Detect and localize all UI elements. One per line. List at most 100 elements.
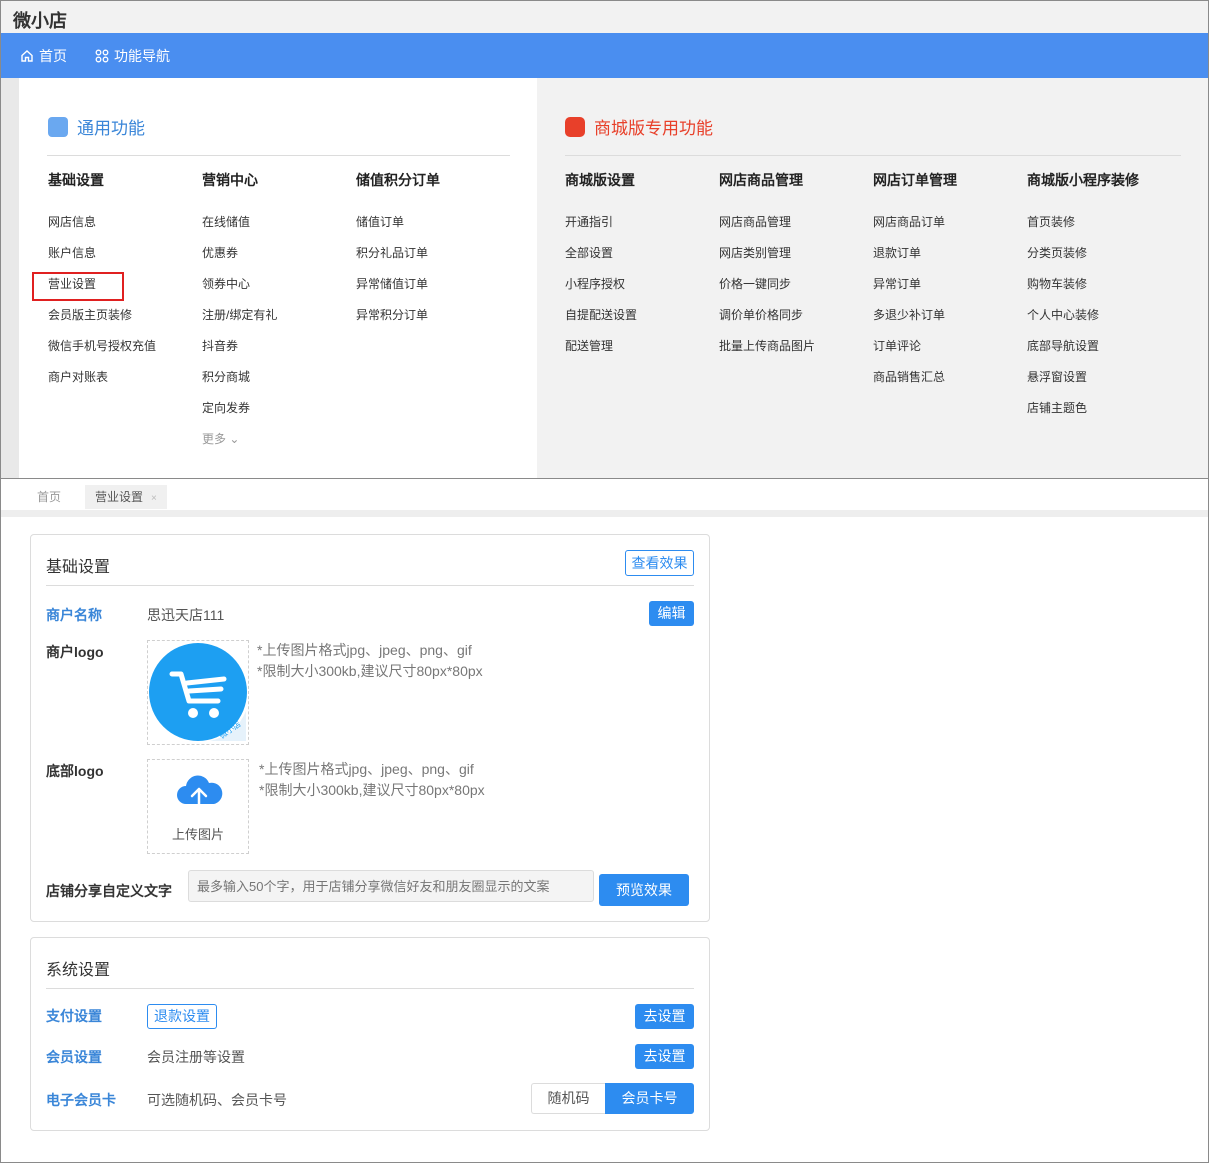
menu-item[interactable]: 商品销售汇总	[873, 369, 957, 400]
column-head: 网店订单管理	[873, 172, 957, 188]
menu-item[interactable]: 小程序授权	[565, 276, 637, 307]
menu-item[interactable]: 商户对账表	[48, 369, 156, 400]
bottom-logo-label: 底部logo	[46, 763, 104, 779]
logo-hint: *上传图片格式jpg、jpeg、png、gif *限制大小300kb,建议尺寸8…	[257, 640, 483, 682]
page-tab-bar: 首页 营业设置 ×	[1, 480, 1208, 510]
menu-item[interactable]: 全部设置	[565, 245, 637, 276]
menu-item[interactable]: 领券中心	[202, 276, 277, 307]
menu-item[interactable]: 异常储值订单	[356, 276, 440, 307]
member-number-option[interactable]: 会员卡号	[605, 1083, 694, 1114]
mall-column: 网店商品管理 网店商品管理 网店类别管理 价格一键同步 调价单价格同步 批量上传…	[719, 170, 815, 369]
menu-item[interactable]: 批量上传商品图片	[719, 338, 815, 369]
home-icon	[21, 49, 33, 62]
divider	[46, 585, 694, 586]
menu-item[interactable]: 首页装修	[1027, 214, 1139, 245]
menu-item[interactable]: 微信手机号授权充值	[48, 338, 156, 369]
general-column: 储值积分订单 储值订单 积分礼品订单 异常储值订单 异常积分订单	[356, 170, 440, 338]
menu-item[interactable]: 积分礼品订单	[356, 245, 440, 276]
highlight-box	[32, 272, 124, 301]
merchant-name-value: 思迅天店111	[147, 607, 225, 623]
mall-column: 网店订单管理 网店商品订单 退款订单 异常订单 多退少补订单 订单评论 商品销售…	[873, 170, 957, 400]
page-background-left	[1, 78, 19, 478]
tab-business-settings[interactable]: 营业设置 ×	[85, 485, 167, 509]
menu-item[interactable]: 订单评论	[873, 338, 957, 369]
menu-item[interactable]: 底部导航设置	[1027, 338, 1139, 369]
menu-item[interactable]: 店铺主题色	[1027, 400, 1139, 431]
system-settings-card: 系统设置 支付设置 退款设置 去设置 会员设置 会员注册等设置 去设置 电子会员…	[30, 937, 710, 1131]
mall-column: 商城版设置 开通指引 全部设置 小程序授权 自提配送设置 配送管理	[565, 170, 637, 369]
e-member-card-label: 电子会员卡	[46, 1092, 116, 1108]
gift-bag-icon	[565, 116, 585, 137]
menu-item[interactable]: 配送管理	[565, 338, 637, 369]
view-effect-button[interactable]: 查看效果	[625, 550, 694, 576]
menu-item[interactable]: 优惠券	[202, 245, 277, 276]
tab-label: 营业设置	[95, 490, 144, 504]
bottom-logo-upload[interactable]: 上传图片	[147, 759, 249, 854]
menu-item[interactable]: 积分商城	[202, 369, 277, 400]
merchant-logo-upload[interactable]: 微小店	[147, 640, 249, 745]
menu-item[interactable]: 悬浮窗设置	[1027, 369, 1139, 400]
hint-size: *限制大小300kb,建议尺寸80px*80px	[257, 663, 483, 679]
more-link[interactable]: 更多 ⌄	[202, 431, 277, 462]
menu-item[interactable]: 抖音券	[202, 338, 277, 369]
more-label: 更多	[202, 432, 227, 446]
menu-item[interactable]: 储值订单	[356, 214, 440, 245]
menu-item[interactable]: 网店商品管理	[719, 214, 815, 245]
menu-item[interactable]: 多退少补订单	[873, 307, 957, 338]
top-navbar: 首页 功能导航	[1, 33, 1208, 78]
edit-button[interactable]: 编辑	[649, 601, 694, 626]
card-title: 系统设置	[46, 962, 111, 979]
menu-item[interactable]: 价格一键同步	[719, 276, 815, 307]
menu-item[interactable]: 网店商品订单	[873, 214, 957, 245]
share-text-input[interactable]	[188, 870, 594, 902]
refund-settings-button[interactable]: 退款设置	[147, 1004, 217, 1029]
payment-go-set-button[interactable]: 去设置	[635, 1004, 694, 1029]
mall-column: 商城版小程序装修 首页装修 分类页装修 购物车装修 个人中心装修 底部导航设置 …	[1027, 170, 1139, 431]
menu-item[interactable]: 网店信息	[48, 214, 156, 245]
menu-item[interactable]: 调价单价格同步	[719, 307, 815, 338]
menu-item[interactable]: 个人中心装修	[1027, 307, 1139, 338]
menu-item[interactable]: 会员版主页装修	[48, 307, 156, 338]
menu-item[interactable]: 异常订单	[873, 276, 957, 307]
app-title: 微小店	[13, 11, 67, 31]
menu-item[interactable]: 退款订单	[873, 245, 957, 276]
basic-settings-card: 基础设置 查看效果 商户名称 思迅天店111 编辑 商户logo 微小店 *上传…	[30, 534, 710, 922]
card-title: 基础设置	[46, 559, 111, 576]
menu-item[interactable]: 异常积分订单	[356, 307, 440, 338]
hint-format: *上传图片格式jpg、jpeg、png、gif	[257, 642, 472, 658]
menu-item[interactable]: 自提配送设置	[565, 307, 637, 338]
bottom-logo-hint: *上传图片格式jpg、jpeg、png、gif *限制大小300kb,建议尺寸8…	[259, 759, 485, 801]
general-column: 营销中心 在线储值 优惠券 领券中心 注册/绑定有礼 抖音券 积分商城 定向发券…	[202, 170, 277, 462]
divider	[46, 988, 694, 989]
mall-functions-header: 商城版专用功能	[565, 114, 713, 139]
mall-functions-panel: 商城版专用功能 商城版设置 开通指引 全部设置 小程序授权 自提配送设置 配送管…	[537, 78, 1208, 478]
general-functions-header: 通用功能	[48, 114, 145, 139]
menu-item[interactable]: 购物车装修	[1027, 276, 1139, 307]
nav-home[interactable]: 首页	[20, 33, 67, 78]
column-head: 商城版设置	[565, 172, 635, 188]
column-head: 营销中心	[202, 172, 258, 188]
menu-item[interactable]: 注册/绑定有礼	[202, 307, 277, 338]
mall-functions-title: 商城版专用功能	[594, 119, 713, 138]
preview-button[interactable]: 预览效果	[599, 874, 689, 906]
column-head: 网店商品管理	[719, 172, 803, 188]
e-member-card-desc: 可选随机码、会员卡号	[147, 1092, 287, 1108]
random-code-option[interactable]: 随机码	[531, 1083, 605, 1114]
column-head: 基础设置	[48, 172, 104, 188]
close-icon[interactable]: ×	[151, 493, 157, 504]
menu-item[interactable]: 定向发券	[202, 400, 277, 431]
tab-home[interactable]: 首页	[27, 485, 71, 509]
general-functions-title: 通用功能	[77, 119, 145, 138]
grid-icon	[95, 49, 109, 62]
column-head: 商城版小程序装修	[1027, 172, 1139, 188]
shop-logo-image: 微小店	[149, 643, 247, 741]
menu-item[interactable]: 开通指引	[565, 214, 637, 245]
menu-item[interactable]: 网店类别管理	[719, 245, 815, 276]
divider	[47, 155, 510, 156]
hint-format: *上传图片格式jpg、jpeg、png、gif	[259, 761, 474, 777]
menu-item[interactable]: 在线储值	[202, 214, 277, 245]
nav-features[interactable]: 功能导航	[95, 33, 170, 78]
column-head: 储值积分订单	[356, 172, 440, 188]
member-go-set-button[interactable]: 去设置	[635, 1044, 694, 1069]
menu-item[interactable]: 分类页装修	[1027, 245, 1139, 276]
